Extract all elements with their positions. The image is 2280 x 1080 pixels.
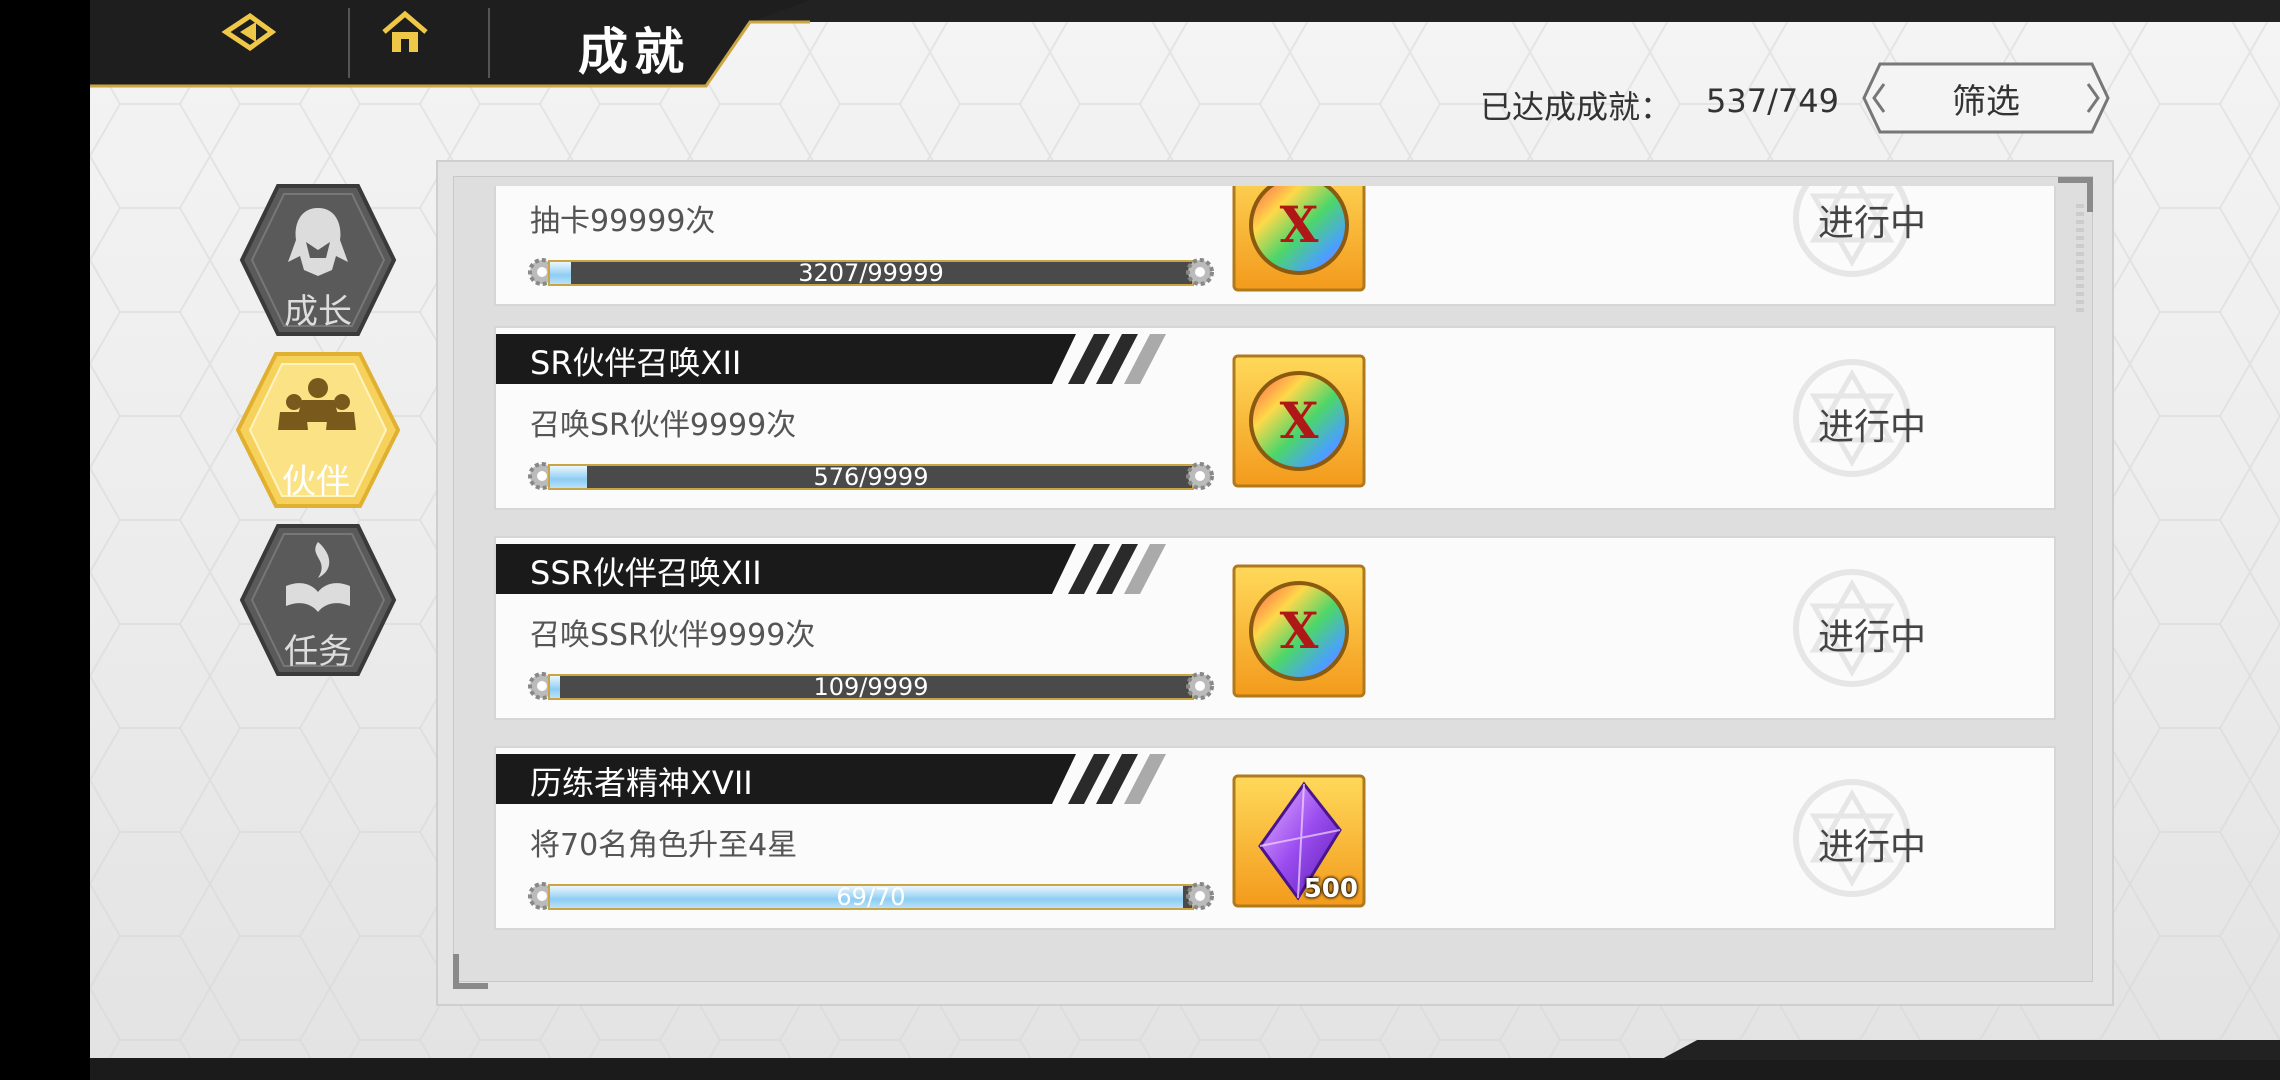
tab-partner[interactable]: 伙伴 bbox=[235, 350, 401, 510]
reward-item[interactable]: X bbox=[1232, 564, 1366, 698]
status-text: 进行中 bbox=[1818, 407, 1927, 448]
tab-growth-label: 成长 bbox=[284, 292, 352, 332]
left-black-border bbox=[0, 0, 90, 1080]
achievement-desc: 召唤SR伙伴9999次 bbox=[530, 408, 797, 443]
gear-icon bbox=[1186, 258, 1214, 286]
tab-growth[interactable]: 成长 bbox=[238, 180, 398, 340]
rainbow-x-coin-icon: X bbox=[1232, 354, 1366, 488]
reward-item[interactable]: X bbox=[1232, 354, 1366, 488]
progress-text: 576/9999 bbox=[813, 463, 929, 491]
achievement-title: SSR伙伴召唤XII bbox=[530, 554, 762, 592]
achievement-title: SR伙伴召唤XII bbox=[530, 344, 742, 382]
progress-bar: 69/70 bbox=[526, 876, 1216, 916]
game-screen: 成就 已达成成就： 537/749 筛选 成长 伙伴 任务 抽卡99999次 3… bbox=[0, 0, 2280, 1080]
achievement-title: 历练者精神XVII bbox=[530, 764, 753, 802]
achievement-card: 抽卡99999次 3207/99999 X 进行中 bbox=[494, 186, 2056, 306]
page-title: 成就 bbox=[578, 22, 690, 81]
svg-text:X: X bbox=[1280, 391, 1319, 450]
tab-quest[interactable]: 任务 bbox=[238, 520, 398, 680]
achievement-desc: 召唤SSR伙伴9999次 bbox=[530, 618, 816, 653]
achievement-card: SSR伙伴召唤XII 召唤SSR伙伴9999次 109/9999 X 进行中 bbox=[494, 536, 2056, 720]
back-arrow-icon bbox=[221, 12, 277, 52]
svg-text:X: X bbox=[1280, 195, 1319, 254]
status-text: 进行中 bbox=[1818, 827, 1927, 868]
home-button[interactable] bbox=[380, 10, 460, 70]
rainbow-x-coin-icon: X bbox=[1232, 186, 1366, 292]
status-text: 进行中 bbox=[1818, 617, 1927, 658]
panel-corner-bottom-left bbox=[453, 954, 488, 989]
home-icon bbox=[382, 10, 428, 52]
header-separator bbox=[348, 8, 350, 78]
progress-bar: 109/9999 bbox=[526, 666, 1216, 706]
gear-icon bbox=[1186, 462, 1214, 490]
tab-partner-label: 伙伴 bbox=[282, 462, 350, 502]
svg-text:X: X bbox=[1280, 601, 1319, 660]
achievement-desc: 将70名角色升至4星 bbox=[530, 828, 798, 863]
back-button[interactable] bbox=[220, 10, 310, 70]
achievement-title-banner: SR伙伴召唤XII bbox=[496, 334, 1166, 384]
rainbow-x-coin-icon: X bbox=[1232, 564, 1366, 698]
achievement-title-banner: 历练者精神XVII bbox=[496, 754, 1166, 804]
achievement-title-banner: SSR伙伴召唤XII bbox=[496, 544, 1166, 594]
progress-text: 69/70 bbox=[836, 883, 906, 911]
achievement-count-label: 已达成成就： bbox=[1480, 88, 1673, 126]
gear-icon bbox=[1186, 672, 1214, 700]
header-separator bbox=[488, 8, 490, 78]
reward-item[interactable]: X bbox=[1232, 186, 1366, 292]
bottom-bar bbox=[90, 1058, 2280, 1080]
achievement-desc: 抽卡99999次 bbox=[530, 204, 716, 239]
gear-icon bbox=[1186, 882, 1214, 910]
progress-text: 109/9999 bbox=[813, 673, 929, 701]
scrollbar[interactable] bbox=[2076, 204, 2084, 314]
status-text: 进行中 bbox=[1818, 203, 1927, 244]
reward-count: 500 bbox=[1303, 874, 1358, 904]
filter-button[interactable]: 筛选 bbox=[1862, 62, 2110, 134]
header-bar: 成就 bbox=[90, 0, 810, 88]
progress-bar: 3207/99999 bbox=[526, 252, 1216, 292]
reward-item[interactable]: 500 bbox=[1232, 774, 1366, 908]
achievement-card: SR伙伴召唤XII 召唤SR伙伴9999次 576/9999 X 进行中 bbox=[494, 326, 2056, 510]
achievement-count-value: 537/749 bbox=[1706, 82, 1839, 120]
achievement-list[interactable]: 抽卡99999次 3207/99999 X 进行中 SR伙伴召唤XII 召唤SR… bbox=[494, 186, 2056, 960]
achievement-card: 历练者精神XVII 将70名角色升至4星 69/70 500 进行中 bbox=[494, 746, 2056, 930]
progress-bar: 576/9999 bbox=[526, 456, 1216, 496]
tab-quest-label: 任务 bbox=[284, 632, 352, 672]
progress-text: 3207/99999 bbox=[798, 259, 944, 287]
bottom-trim bbox=[1660, 1040, 2280, 1060]
filter-label: 筛选 bbox=[1952, 81, 2020, 122]
